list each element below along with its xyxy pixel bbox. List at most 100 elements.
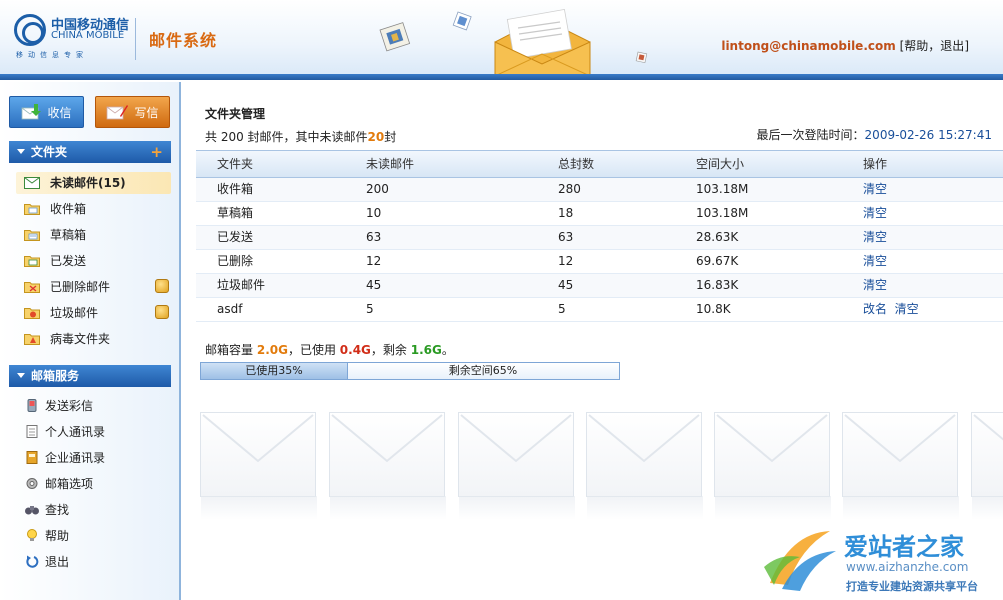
- user-email: lintong@chinamobile.com: [721, 39, 896, 53]
- clear-link[interactable]: 清空: [863, 202, 887, 225]
- collapse-triangle-icon: [17, 373, 25, 378]
- logo-divider: [135, 18, 136, 60]
- cell-unread: 45: [366, 278, 382, 292]
- table-body: 收件箱 200 280 103.18M 清空 草稿箱 10 18 103.18M…: [196, 178, 1003, 322]
- envelope-icon: [716, 414, 828, 463]
- quota-used: 0.4G: [339, 343, 371, 357]
- rename-link[interactable]: 改名: [863, 302, 887, 316]
- watermark-title: 爱站者之家: [844, 533, 964, 561]
- folders-section-title: 文件夹: [31, 145, 68, 159]
- table-header: 文件夹 未读邮件 总封数 空间大小 操作: [196, 150, 1003, 178]
- service-search[interactable]: 查找: [16, 499, 171, 521]
- logout-icon: [26, 555, 39, 568]
- clear-link[interactable]: 清空: [863, 178, 887, 201]
- quota-left: 1.6G: [410, 343, 442, 357]
- help-link[interactable]: 帮助: [904, 39, 928, 53]
- clear-link[interactable]: 清空: [863, 250, 887, 273]
- envelope-decoration: [714, 412, 831, 520]
- deleted-folder-icon: [24, 282, 40, 293]
- quota-capacity: 2.0G: [256, 343, 288, 357]
- cell-folder: 已删除: [217, 254, 254, 268]
- cell-folder: asdf: [217, 302, 243, 316]
- folder-virus-label: 病毒文件夹: [50, 332, 111, 346]
- quota-left-text: 剩余空间65%: [448, 364, 518, 377]
- folder-drafts-label: 草稿箱: [50, 228, 87, 242]
- envelope-decoration: [971, 412, 1003, 520]
- watermark-slogan: 打造专业建站资源共享平台: [846, 580, 978, 593]
- envelope-banner-graphic: [379, 8, 648, 76]
- china-mobile-logo: 中国移动通信 CHINA MOBILE 移动信息专家: [14, 12, 139, 62]
- compose-mail-label: 写信: [134, 105, 159, 120]
- envelope-icon: [973, 414, 1003, 441]
- service-personal-contacts[interactable]: 个人通讯录: [16, 421, 171, 443]
- cell-total: 45: [558, 278, 574, 292]
- cell-folder: 收件箱: [217, 182, 254, 196]
- service-mail-options[interactable]: 邮箱选项: [16, 473, 171, 495]
- service-logout[interactable]: 退出: [16, 551, 171, 573]
- cell-unread: 5: [366, 302, 374, 316]
- folders-section-header[interactable]: 文件夹 +: [9, 141, 171, 163]
- table-row: 草稿箱 10 18 103.18M 清空: [196, 202, 1003, 226]
- quota-used-text: 已使用35%: [245, 364, 303, 377]
- lightbulb-icon: [27, 529, 37, 541]
- cell-unread: 63: [366, 230, 382, 244]
- cell-total: 18: [558, 206, 574, 220]
- quota-capacity-label: 邮箱容量: [205, 343, 254, 357]
- compose-mail-button[interactable]: 写信: [95, 96, 170, 128]
- summary-suffix: 封: [384, 130, 397, 144]
- col-unread: 未读邮件: [366, 157, 415, 171]
- virus-folder-icon: [24, 334, 40, 345]
- cell-folder: 垃圾邮件: [217, 278, 266, 292]
- folder-unread-label: 未读邮件(15): [50, 176, 126, 190]
- logout-link[interactable]: 退出: [940, 39, 964, 53]
- compose-mail-icon: [107, 105, 129, 120]
- col-total: 总封数: [558, 157, 595, 171]
- service-enterprise-contacts-label: 企业通讯录: [45, 451, 106, 465]
- folder-drafts[interactable]: 草稿箱: [16, 224, 171, 246]
- service-send-mms-label: 发送彩信: [45, 399, 94, 413]
- add-folder-icon[interactable]: +: [150, 141, 163, 163]
- folder-unread[interactable]: 未读邮件(15): [16, 172, 171, 194]
- folder-virus[interactable]: 病毒文件夹: [16, 328, 171, 350]
- folder-deleted[interactable]: 已删除邮件: [16, 276, 171, 298]
- service-search-label: 查找: [45, 503, 70, 517]
- services-section-header[interactable]: 邮箱服务: [9, 365, 171, 387]
- col-size: 空间大小: [696, 157, 745, 171]
- envelope-icon: [844, 414, 956, 463]
- folder-junk[interactable]: 垃圾邮件: [16, 302, 171, 324]
- gear-icon: [26, 478, 38, 489]
- last-login: 最后一次登陆时间：2009-02-26 15:27:41: [757, 126, 992, 143]
- folder-junk-label: 垃圾邮件: [50, 306, 99, 320]
- header-bar: [0, 74, 1003, 80]
- folder-sent[interactable]: 已发送: [16, 250, 171, 272]
- mail-summary: 共 200 封邮件，其中未读邮件20封: [205, 128, 396, 145]
- cell-size: 28.63K: [696, 230, 739, 244]
- envelope-icon: [331, 414, 443, 463]
- watermark-logo-icon: [764, 531, 836, 591]
- sidebar: 收信 写信 文件夹 + 未读邮件(15) 收件箱 草稿箱 已发送 已删除邮件 垃…: [0, 82, 181, 600]
- quota-left-label: ，剩余: [370, 343, 407, 357]
- inbox-folder-icon: [24, 204, 40, 215]
- coin-icon[interactable]: [155, 305, 169, 319]
- service-enterprise-contacts[interactable]: 企业通讯录: [16, 447, 171, 469]
- receive-mail-button[interactable]: 收信: [9, 96, 84, 128]
- table-row: 收件箱 200 280 103.18M 清空: [196, 178, 1003, 202]
- table-row: 已删除 12 12 69.67K 清空: [196, 250, 1003, 274]
- receive-mail-label: 收信: [47, 105, 72, 120]
- clear-link[interactable]: 清空: [863, 226, 887, 249]
- logo-en-text: CHINA MOBILE: [51, 30, 125, 41]
- receive-mail-icon: [22, 104, 42, 120]
- coin-icon[interactable]: [155, 279, 169, 293]
- collapse-triangle-icon: [17, 149, 25, 154]
- folder-inbox[interactable]: 收件箱: [16, 198, 171, 220]
- service-send-mms[interactable]: 发送彩信: [16, 395, 171, 417]
- binoculars-icon: [25, 506, 39, 515]
- service-help[interactable]: 帮助: [16, 525, 171, 547]
- service-help-label: 帮助: [45, 529, 70, 543]
- cell-total: 12: [558, 254, 574, 268]
- clear-link[interactable]: 清空: [863, 274, 887, 297]
- address-book-icon: [26, 451, 38, 464]
- clear-link[interactable]: 清空: [895, 302, 919, 316]
- main-panel: 文件夹管理 共 200 封邮件，其中未读邮件20封 最后一次登陆时间：2009-…: [183, 82, 1003, 600]
- summary-prefix: 共 200 封邮件，其中未读邮件: [205, 130, 368, 144]
